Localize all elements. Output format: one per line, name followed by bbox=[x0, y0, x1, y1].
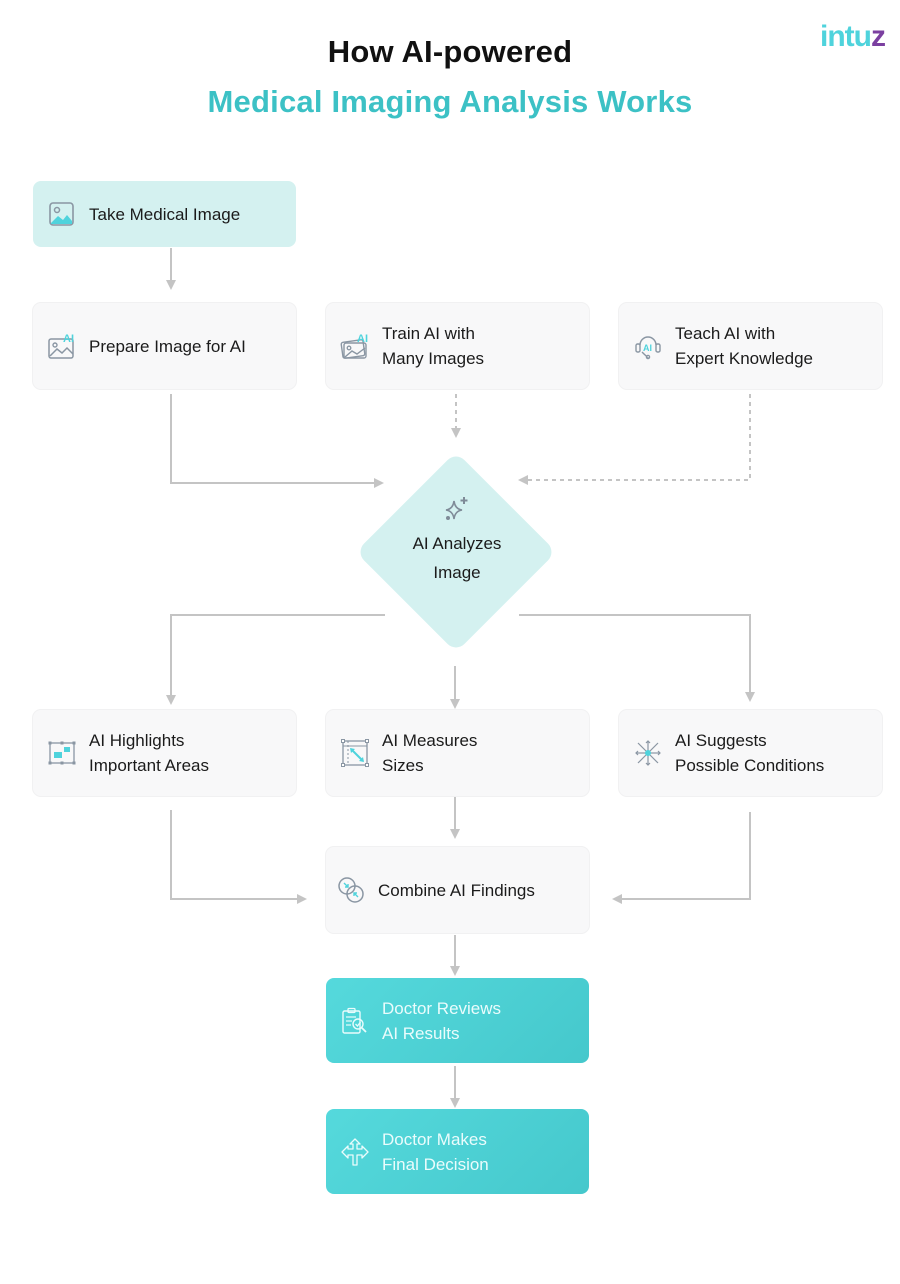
label-line-1: Doctor Reviews bbox=[382, 998, 502, 1018]
node-take-medical-image: Take Medical Image bbox=[33, 181, 296, 247]
label-line-2: Final Decision bbox=[382, 1154, 489, 1174]
node-label: AI Highlights Important Areas bbox=[89, 728, 209, 778]
node-label: Train AI with Many Images bbox=[382, 321, 484, 371]
label-line-2: Important Areas bbox=[89, 756, 210, 775]
node-prepare-image: AI Prepare Image for AI bbox=[33, 303, 296, 389]
node-label: Take Medical Image bbox=[89, 204, 241, 224]
svg-text:AI: AI bbox=[357, 333, 368, 345]
expand-arrows-icon bbox=[635, 740, 661, 766]
label-line-2: Many Images bbox=[382, 349, 485, 368]
node-ai-suggests: AI Suggests Possible Conditions bbox=[619, 710, 882, 796]
split-arrows-icon bbox=[341, 1137, 369, 1166]
node-label: AI Measures Sizes bbox=[382, 728, 477, 778]
node-label: Teach AI with Expert Knowledge bbox=[675, 321, 813, 371]
node-doctor-decides: Doctor Makes Final Decision bbox=[326, 1109, 589, 1194]
image-icon bbox=[49, 202, 74, 226]
sparkles-icon bbox=[445, 497, 468, 520]
label-line-2: AI Results bbox=[382, 1023, 460, 1043]
clipboard-search-icon bbox=[342, 1007, 367, 1034]
edge-analyze-to-highlights bbox=[166, 614, 385, 705]
measure-icon bbox=[341, 739, 369, 767]
label-line-1: Teach AI with bbox=[675, 324, 776, 343]
label-line-1: AI Suggests bbox=[675, 731, 767, 750]
label-line-1: Doctor Makes bbox=[382, 1129, 487, 1149]
label-line-1: AI Measures bbox=[382, 731, 478, 750]
node-ai-measures: AI Measures Sizes bbox=[326, 710, 589, 796]
highlight-areas-icon bbox=[48, 741, 76, 765]
label-line-1: AI Highlights bbox=[89, 731, 185, 750]
node-ai-analyzes-image: AI Analyzes Image bbox=[357, 495, 557, 587]
ai-image-icon: AI bbox=[48, 333, 74, 359]
edge-highlights-to-combine bbox=[170, 810, 307, 904]
edge-suggests-to-combine bbox=[612, 812, 751, 904]
node-ai-highlights: AI Highlights Important Areas bbox=[33, 710, 296, 796]
diamond-label-line-1: AI Analyzes bbox=[412, 534, 502, 553]
node-label: Combine AI Findings bbox=[378, 880, 535, 900]
edge-analyze-to-suggests bbox=[519, 614, 755, 702]
diamond-label-line-2: Image bbox=[433, 563, 481, 582]
edge-prepare-to-analyze bbox=[170, 394, 384, 488]
node-label: Prepare Image for AI bbox=[89, 336, 246, 356]
svg-text:AI: AI bbox=[63, 333, 74, 345]
merge-circles-icon bbox=[338, 877, 364, 903]
label-line-1: Train AI with bbox=[382, 324, 475, 343]
node-doctor-reviews: Doctor Reviews AI Results bbox=[326, 978, 589, 1063]
svg-text:AI: AI bbox=[643, 343, 652, 353]
label-line-2: Expert Knowledge bbox=[675, 349, 813, 368]
node-train-ai: AI Train AI with Many Images bbox=[326, 303, 589, 389]
edge-teach-to-analyze bbox=[518, 394, 751, 485]
label-line-2: Sizes bbox=[382, 756, 424, 775]
node-combine-findings: Combine AI Findings bbox=[326, 847, 589, 933]
ai-headset-icon: AI bbox=[635, 336, 661, 360]
node-label: AI Suggests Possible Conditions bbox=[675, 728, 824, 778]
node-label: Doctor Reviews AI Results bbox=[382, 996, 501, 1046]
label-line-2: Possible Conditions bbox=[675, 756, 825, 775]
node-teach-ai: AI Teach AI with Expert Knowledge bbox=[619, 303, 882, 389]
ai-images-stack-icon: AI bbox=[340, 333, 368, 359]
node-label: Doctor Makes Final Decision bbox=[382, 1127, 489, 1177]
